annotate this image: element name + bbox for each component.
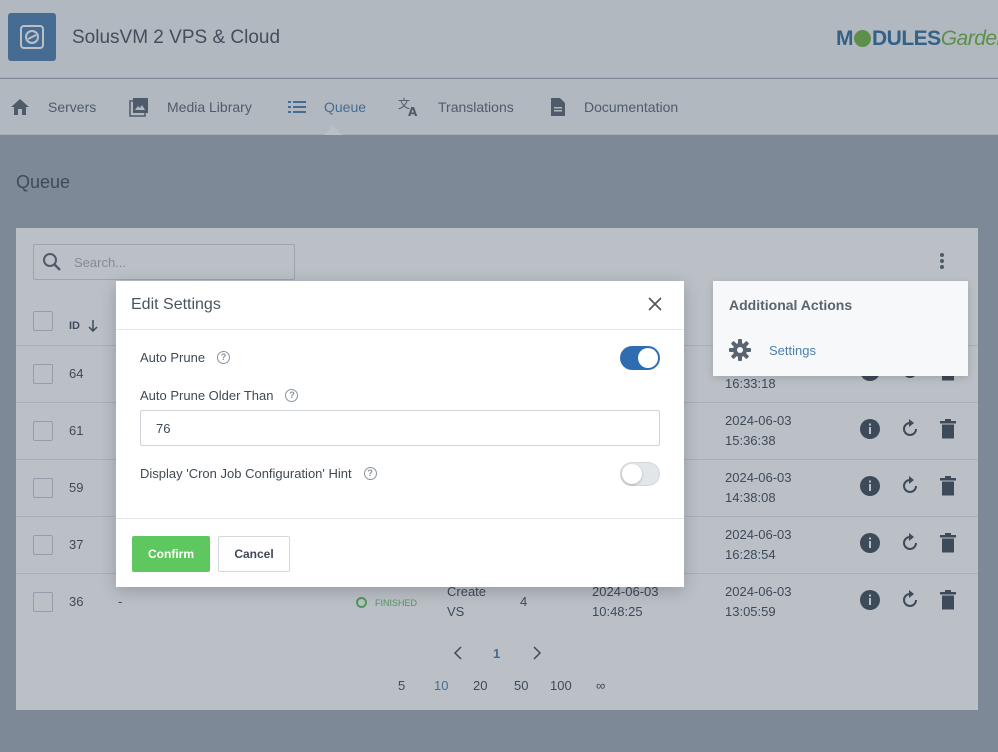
help-icon[interactable]: ?	[363, 467, 377, 480]
auto-prune-older-than-input[interactable]	[140, 410, 660, 446]
modal-title: Edit Settings	[131, 296, 221, 313]
dropdown-title: Additional Actions	[729, 297, 853, 313]
auto-prune-toggle[interactable]	[620, 346, 660, 370]
gear-icon	[729, 339, 751, 361]
close-icon[interactable]	[648, 297, 662, 311]
auto-prune-label: Auto Prune?	[140, 350, 231, 365]
modal-header: Edit Settings	[116, 281, 684, 330]
help-icon[interactable]: ?	[285, 389, 299, 402]
cancel-button[interactable]: Cancel	[218, 536, 290, 572]
confirm-button[interactable]: Confirm	[132, 536, 210, 572]
edit-settings-modal: Edit Settings Auto Prune? Auto Prune Old…	[116, 281, 684, 587]
settings-menu-item[interactable]: Settings	[729, 339, 816, 361]
additional-actions-dropdown: Additional Actions Settings	[713, 281, 968, 376]
cron-hint-toggle[interactable]	[620, 462, 660, 486]
help-icon[interactable]: ?	[217, 351, 231, 364]
cron-hint-label: Display 'Cron Job Configuration' Hint?	[140, 466, 377, 481]
modal-footer: Confirm Cancel	[116, 518, 684, 587]
auto-prune-older-than-label: Auto Prune Older Than?	[140, 388, 299, 403]
